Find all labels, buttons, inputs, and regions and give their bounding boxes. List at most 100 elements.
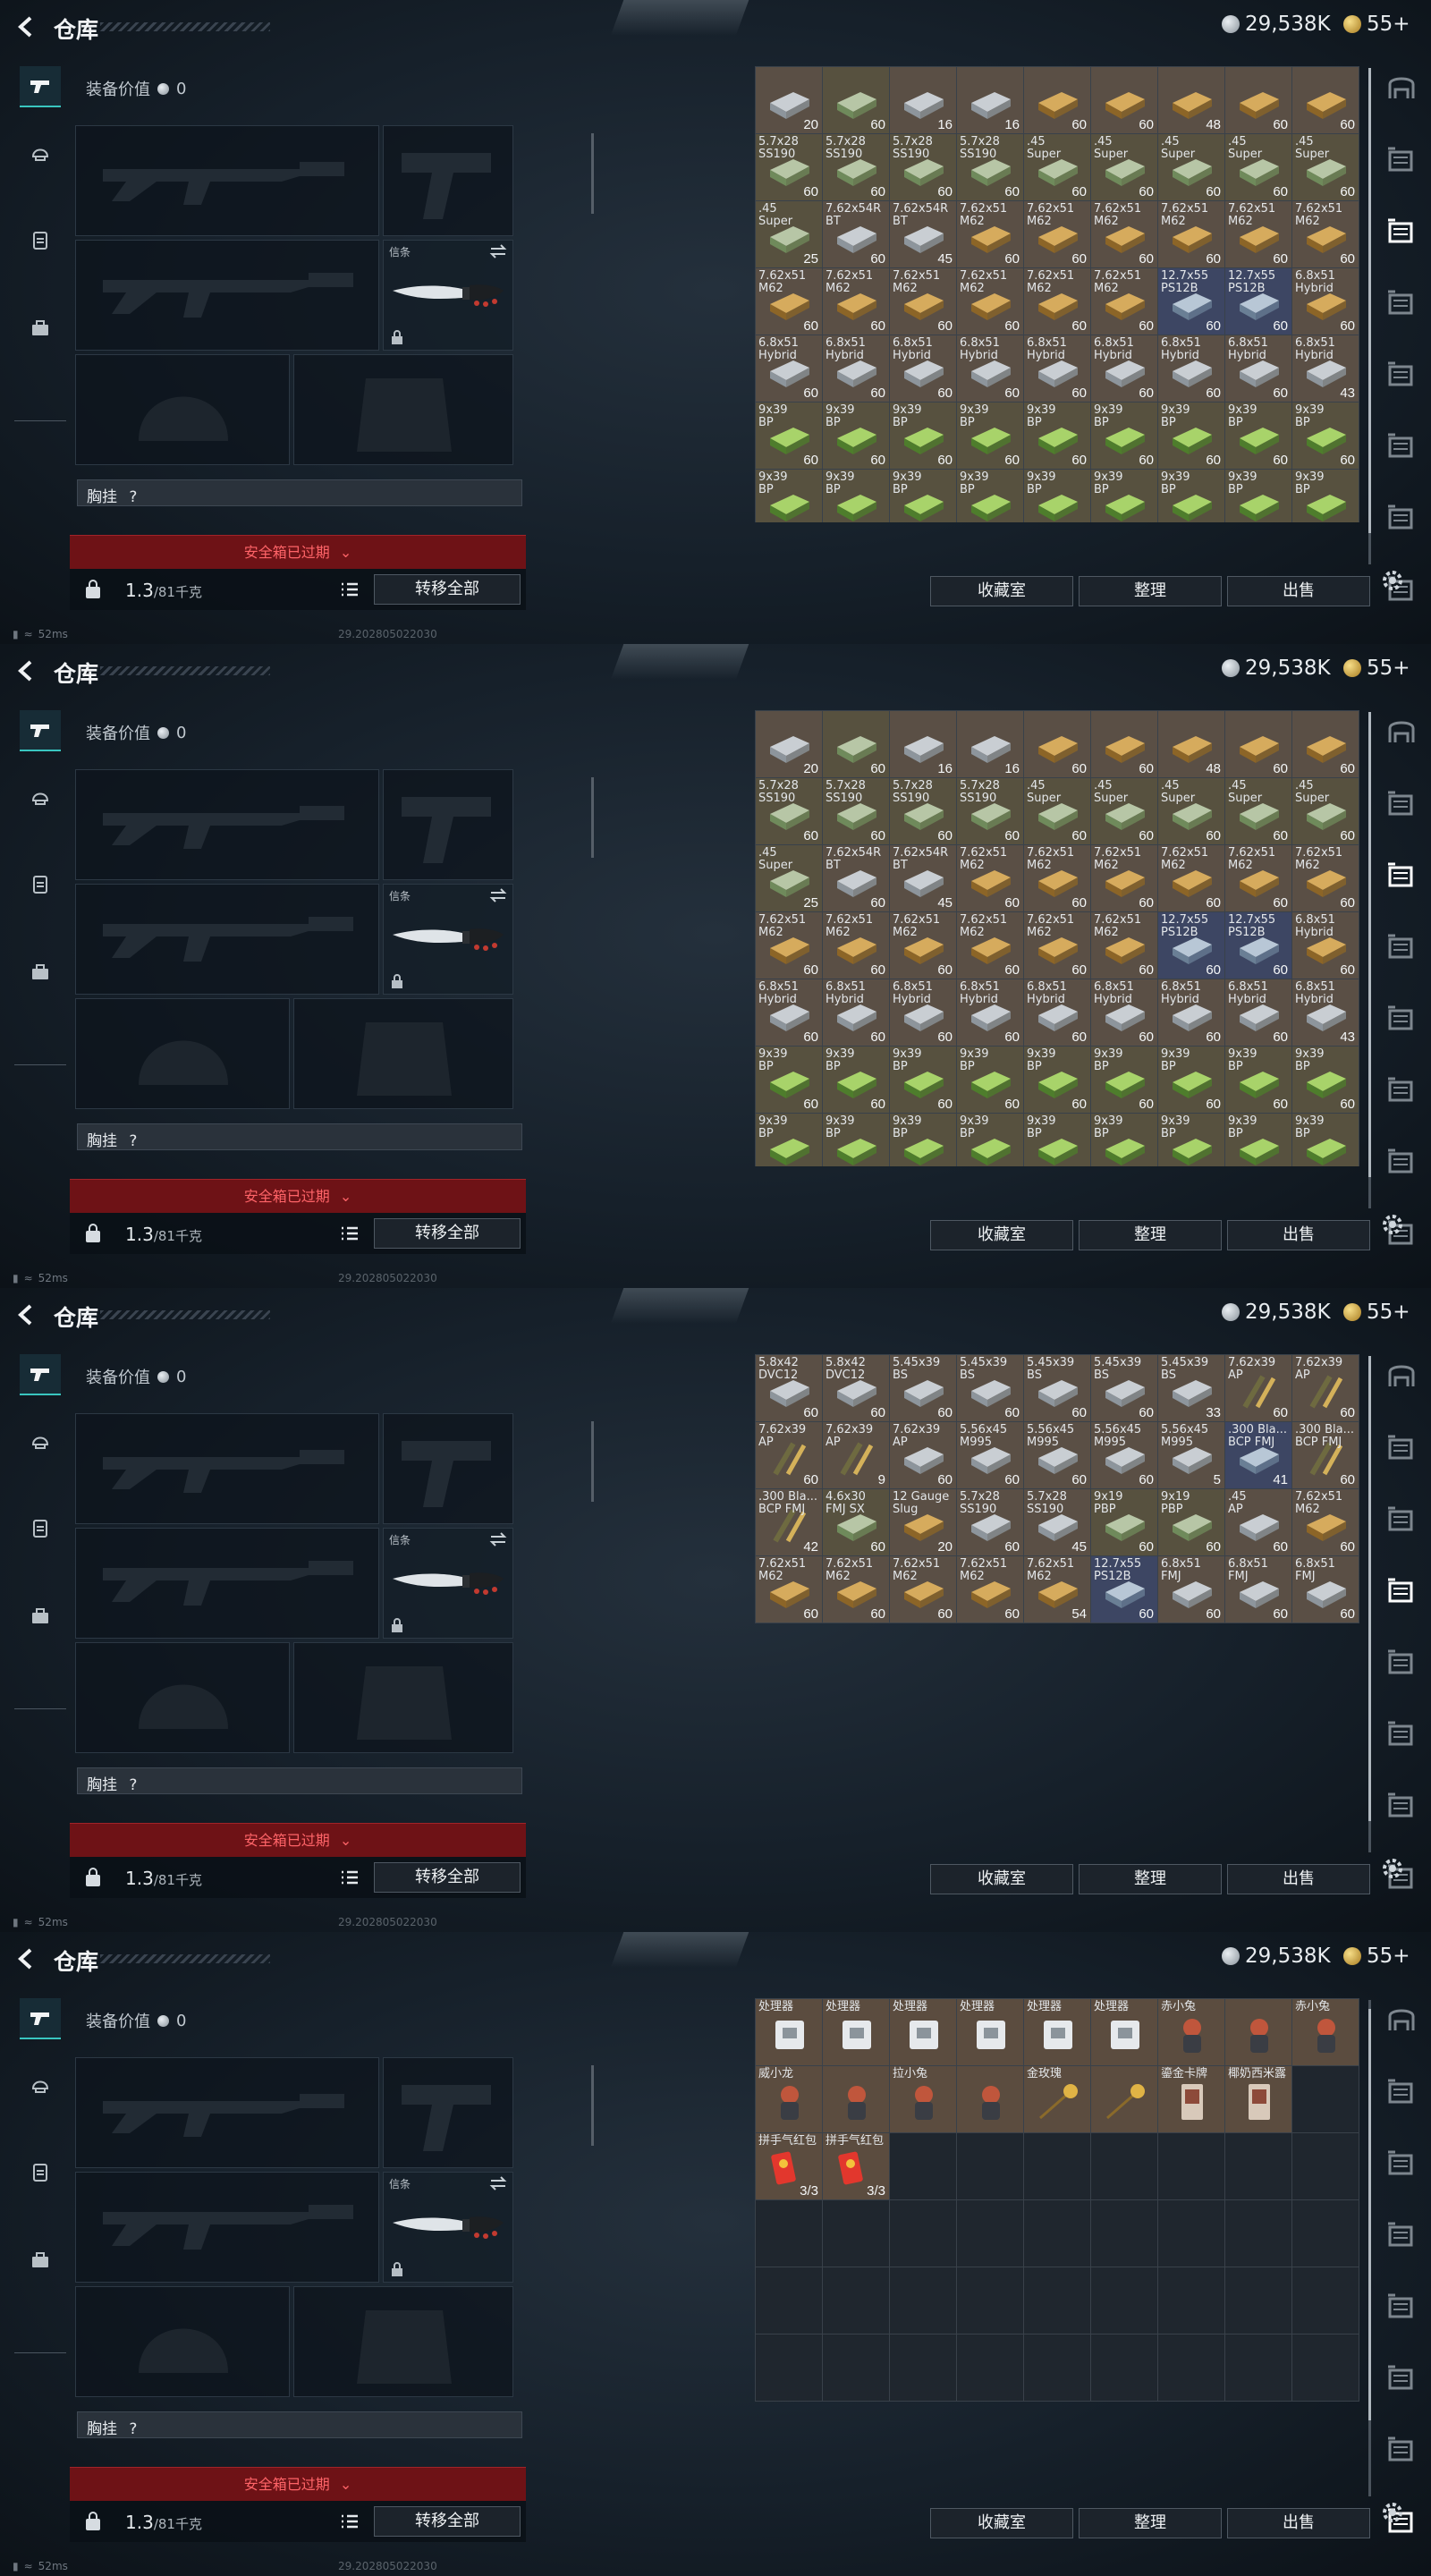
gold-currency[interactable]: 55+	[1343, 1301, 1410, 1324]
stash-item[interactable]: 7.62x39 AP 60	[1292, 1355, 1359, 1421]
stash-tab-3[interactable]	[1384, 286, 1418, 320]
stash-item[interactable]: 9x39 BP 60	[1292, 402, 1359, 469]
stash-tab-4[interactable]	[1384, 358, 1418, 392]
safebox-expired-banner[interactable]: 安全箱已过期 ⌄	[70, 535, 526, 569]
stash-item[interactable]: .45 Super 25	[756, 201, 822, 267]
stash-item[interactable]: 6.8x51 FMJ 60	[1158, 1556, 1224, 1623]
stash-item[interactable]: 7.62x51 M62 60	[1158, 201, 1224, 267]
stash-item[interactable]: 7.62x51 M62 60	[756, 912, 822, 979]
pistol-slot[interactable]	[383, 1413, 513, 1524]
sell-button[interactable]: 出售	[1227, 576, 1370, 606]
stash-item[interactable]: 7.62x51 M62 60	[1091, 268, 1157, 335]
stash-tab-4[interactable]	[1384, 1002, 1418, 1036]
silver-currency[interactable]: 29,538K	[1222, 1301, 1331, 1324]
pistol-slot[interactable]	[383, 769, 513, 880]
stash-item[interactable]: 金玫瑰	[1024, 2066, 1090, 2132]
stash-item[interactable]: 7.62x51 M62 60	[957, 912, 1023, 979]
stash-item[interactable]: 5.7x28 SS190 45	[1024, 1489, 1090, 1555]
primary-weapon-slot[interactable]	[75, 125, 379, 236]
stash-tab-5[interactable]	[1384, 2361, 1418, 2395]
stash-item[interactable]: .45 Super 60	[1158, 778, 1224, 844]
gear-icon[interactable]	[1379, 1855, 1406, 1882]
stash-item[interactable]: 5.56x45 M995 5	[1158, 1422, 1224, 1488]
stash-item[interactable]: 5.56x45 M995 60	[1091, 1422, 1157, 1488]
sell-button[interactable]: 出售	[1227, 1220, 1370, 1250]
secondary-weapon-slot[interactable]	[75, 2172, 379, 2283]
stash-item[interactable]: 9x39 BP 60	[957, 1046, 1023, 1113]
stash-tab-garage[interactable]	[1384, 72, 1418, 106]
nav-backpack[interactable]	[20, 1596, 61, 1637]
stash-item[interactable]: 6.8x51 Hybrid 60	[756, 335, 822, 402]
stash-item[interactable]: .300 Bla... BCP FMJ 60	[1292, 1422, 1359, 1488]
stash-item[interactable]: 7.62x51 M62 60	[1091, 201, 1157, 267]
stash-item[interactable]: 9x39 BP 60	[1225, 1114, 1291, 1166]
pistol-slot[interactable]	[383, 2057, 513, 2168]
stash-tab-6[interactable]	[1384, 501, 1418, 535]
list-icon[interactable]	[340, 1224, 360, 1243]
stash-tab-garage[interactable]	[1384, 1360, 1418, 1394]
armor-slot[interactable]	[293, 1642, 513, 1753]
nav-weapons[interactable]	[20, 66, 61, 107]
stash-item[interactable]: 9x39 BP 60	[756, 402, 822, 469]
stash-item[interactable]: 6.8x51 Hybrid 60	[1225, 979, 1291, 1046]
nav-rig[interactable]	[20, 1508, 61, 1549]
stash-item[interactable]: 9x39 BP 60	[1024, 402, 1090, 469]
stash-item[interactable]: .45 Super 60	[1292, 134, 1359, 200]
stash-item[interactable]: 7.62x39 AP 9	[823, 1422, 889, 1488]
stash-item[interactable]: 9x39 BP 60	[1091, 1046, 1157, 1113]
stash-item[interactable]	[823, 2066, 889, 2132]
sort-button[interactable]: 整理	[1079, 1864, 1222, 1894]
stash-item[interactable]: 6.8x51 Hybrid 60	[1091, 335, 1157, 402]
stash-tab-5[interactable]	[1384, 1717, 1418, 1751]
helmet-slot[interactable]	[75, 354, 290, 465]
collection-room-button[interactable]: 收藏室	[930, 1864, 1073, 1894]
stash-item[interactable]: 9x39 BP 60	[1024, 470, 1090, 522]
stash-item[interactable]: 9x39 BP 60	[1225, 1046, 1291, 1113]
stash-tab-garage[interactable]	[1384, 716, 1418, 750]
nav-backpack[interactable]	[20, 952, 61, 993]
helmet-slot[interactable]	[75, 1642, 290, 1753]
transfer-all-button[interactable]: 转移全部	[374, 1862, 521, 1893]
stash-item[interactable]: 5.56x45 M995 60	[1024, 1422, 1090, 1488]
list-icon[interactable]	[340, 1868, 360, 1887]
stash-item[interactable]: 7.62x51 M62 60	[957, 268, 1023, 335]
stash-tab-5[interactable]	[1384, 429, 1418, 463]
stash-tab-1[interactable]	[1384, 2075, 1418, 2109]
nav-weapons[interactable]	[20, 1354, 61, 1395]
stash-item[interactable]: 9x39 BP 60	[823, 470, 889, 522]
stash-item[interactable]: 7.62x51 M62 60	[1225, 201, 1291, 267]
stash-item[interactable]: 9x39 BP 60	[1024, 1046, 1090, 1113]
silver-currency[interactable]: 29,538K	[1222, 13, 1331, 36]
nav-weapons[interactable]	[20, 1998, 61, 2039]
stash-tab-garage[interactable]	[1384, 2004, 1418, 2038]
stash-item[interactable]: 7.62x51 M62 60	[957, 201, 1023, 267]
stash-item[interactable]: 9x39 BP 60	[1158, 1114, 1224, 1166]
stash-item[interactable]: 5.45x39 BS 33	[1158, 1355, 1224, 1421]
stash-item[interactable]	[1091, 2066, 1157, 2132]
stash-item[interactable]: 7.62x39 AP 60	[1225, 1355, 1291, 1421]
stash-item[interactable]: 7.62x51 M62 60	[1292, 845, 1359, 911]
stash-item[interactable]: 椰奶西米露	[1225, 2066, 1291, 2132]
stash-item[interactable]: 9x39 BP 60	[756, 470, 822, 522]
chest-rig-slot[interactable]: 胸挂 ?	[77, 1123, 522, 1150]
stash-item[interactable]: 拼手气红包 3/3	[823, 2133, 889, 2199]
gear-icon[interactable]	[1379, 1211, 1406, 1238]
stash-item[interactable]	[957, 2066, 1023, 2132]
stash-item[interactable]: 60	[823, 711, 889, 777]
safebox-expired-banner[interactable]: 安全箱已过期 ⌄	[70, 2467, 526, 2501]
gold-currency[interactable]: 55+	[1343, 1945, 1410, 1968]
helmet-slot[interactable]	[75, 998, 290, 1109]
stash-item[interactable]: 5.7x28 SS190 60	[823, 778, 889, 844]
stash-item[interactable]: 7.62x51 M62 60	[1024, 268, 1090, 335]
stash-item[interactable]: 16	[957, 67, 1023, 133]
stash-item[interactable]: 9x39 BP 60	[957, 1114, 1023, 1166]
stash-tab-3[interactable]	[1384, 2218, 1418, 2252]
safebox-expired-banner[interactable]: 安全箱已过期 ⌄	[70, 1179, 526, 1213]
stash-item[interactable]: 7.62x51 M62 60	[957, 1556, 1023, 1623]
collection-room-button[interactable]: 收藏室	[930, 2508, 1073, 2538]
primary-weapon-slot[interactable]	[75, 769, 379, 880]
stash-tab-2[interactable]	[1384, 859, 1418, 893]
melee-slot[interactable]: 信条	[383, 1528, 513, 1639]
stash-item[interactable]: 6.8x51 Hybrid 60	[1292, 268, 1359, 335]
stash-item[interactable]: 7.62x51 M62 60	[957, 845, 1023, 911]
